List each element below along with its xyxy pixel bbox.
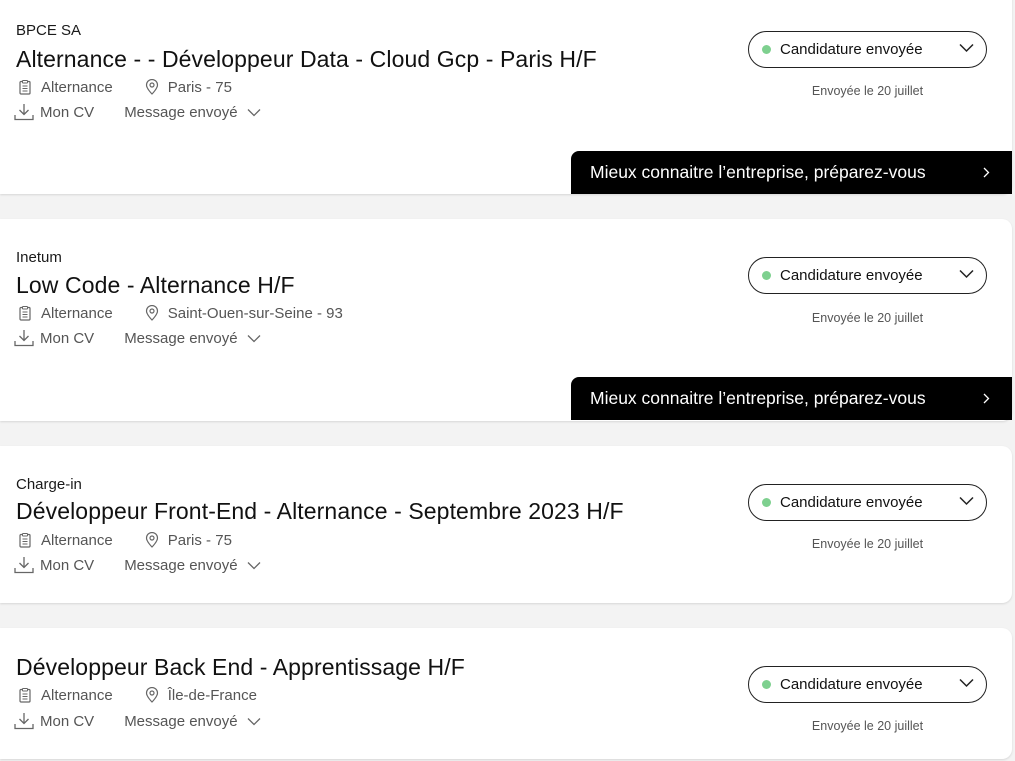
chevron-down-icon — [959, 43, 974, 53]
message-toggle[interactable]: Message envoyé — [124, 712, 261, 730]
job-location: Paris - 75 — [167, 78, 232, 96]
download-icon — [14, 556, 34, 574]
contract-type: Alternance — [41, 304, 113, 322]
location-pin-icon — [143, 304, 161, 322]
job-title[interactable]: Low Code - Alternance H/F — [16, 272, 295, 299]
application-card: Développeur Back End - Apprentissage H/F… — [0, 628, 1012, 759]
contract-type: Alternance — [41, 531, 113, 549]
prepare-company-button[interactable]: Mieux connaitre l’entreprise, préparez-v… — [571, 151, 1012, 194]
company-name: Inetum — [16, 249, 62, 266]
chevron-down-icon — [959, 269, 974, 279]
download-cv-button[interactable]: Mon CV — [14, 103, 94, 121]
message-label: Message envoyé — [124, 103, 238, 121]
job-meta: Alternance Saint-Ouen-sur-Seine - 93 — [16, 304, 343, 322]
download-cv-button[interactable]: Mon CV — [14, 329, 94, 347]
job-title[interactable]: Développeur Front-End - Alternance - Sep… — [16, 498, 624, 525]
clipboard-icon — [16, 531, 34, 549]
job-location: Île-de-France — [167, 686, 257, 704]
chevron-down-icon — [247, 717, 261, 726]
contract-type: Alternance — [41, 686, 113, 704]
sent-date: Envoyée le 20 juillet — [811, 84, 924, 98]
job-title[interactable]: Développeur Back End - Apprentissage H/F — [16, 654, 465, 681]
location-pin-icon — [143, 78, 161, 96]
clipboard-icon — [16, 304, 34, 322]
status-dot-icon — [762, 271, 771, 280]
card-actions: Mon CV Message envoyé — [14, 103, 261, 121]
job-meta: Alternance Paris - 75 — [16, 531, 232, 549]
card-actions: Mon CV Message envoyé — [14, 329, 261, 347]
chevron-right-icon — [983, 167, 990, 178]
job-meta: Alternance Paris - 75 — [16, 78, 232, 96]
contract-type: Alternance — [41, 78, 113, 96]
sent-date: Envoyée le 20 juillet — [811, 311, 924, 325]
prepare-company-button[interactable]: Mieux connaitre l’entreprise, préparez-v… — [571, 377, 1012, 420]
status-dropdown[interactable]: Candidature envoyée — [748, 484, 987, 521]
download-icon — [14, 329, 34, 347]
clipboard-icon — [16, 686, 34, 704]
cta-label: Mieux connaitre l’entreprise, préparez-v… — [590, 162, 926, 182]
location-pin-icon — [143, 686, 161, 704]
message-toggle[interactable]: Message envoyé — [124, 103, 261, 121]
company-name: Charge-in — [16, 476, 82, 493]
status-dropdown[interactable]: Candidature envoyée — [748, 666, 987, 703]
company-name: BPCE SA — [16, 22, 82, 39]
status-dropdown[interactable]: Candidature envoyée — [748, 31, 987, 68]
chevron-down-icon — [247, 108, 261, 117]
message-label: Message envoyé — [124, 712, 238, 730]
job-meta: Alternance Île-de-France — [16, 686, 257, 704]
card-actions: Mon CV Message envoyé — [14, 556, 261, 574]
job-location: Paris - 75 — [167, 531, 232, 549]
cta-label: Mieux connaitre l’entreprise, préparez-v… — [590, 388, 926, 408]
card-actions: Mon CV Message envoyé — [14, 712, 261, 730]
cv-label: Mon CV — [40, 103, 95, 121]
cv-label: Mon CV — [40, 329, 95, 347]
download-icon — [14, 103, 34, 121]
status-dot-icon — [762, 680, 771, 689]
clipboard-icon — [16, 78, 34, 96]
sent-date: Envoyée le 20 juillet — [811, 537, 924, 551]
download-cv-button[interactable]: Mon CV — [14, 556, 94, 574]
status-dot-icon — [762, 45, 771, 54]
status-label: Candidature envoyée — [780, 676, 923, 693]
download-cv-button[interactable]: Mon CV — [14, 712, 94, 730]
cv-label: Mon CV — [40, 556, 95, 574]
message-toggle[interactable]: Message envoyé — [124, 556, 261, 574]
location-pin-icon — [143, 531, 161, 549]
application-card: Inetum Low Code - Alternance H/F Alterna… — [0, 219, 1012, 421]
status-label: Candidature envoyée — [780, 494, 923, 511]
application-card: BPCE SA Alternance - - Développeur Data … — [0, 0, 1012, 194]
chevron-down-icon — [247, 561, 261, 570]
chevron-down-icon — [959, 496, 974, 506]
chevron-right-icon — [983, 393, 990, 404]
job-location: Saint-Ouen-sur-Seine - 93 — [167, 304, 343, 322]
status-label: Candidature envoyée — [780, 41, 923, 58]
chevron-down-icon — [247, 334, 261, 343]
status-label: Candidature envoyée — [780, 267, 923, 284]
message-label: Message envoyé — [124, 556, 238, 574]
message-toggle[interactable]: Message envoyé — [124, 329, 261, 347]
sent-date: Envoyée le 20 juillet — [811, 719, 924, 733]
message-label: Message envoyé — [124, 329, 238, 347]
download-icon — [14, 712, 34, 730]
status-dropdown[interactable]: Candidature envoyée — [748, 257, 987, 294]
job-title[interactable]: Alternance - - Développeur Data - Cloud … — [16, 46, 597, 73]
status-dot-icon — [762, 498, 771, 507]
cv-label: Mon CV — [40, 712, 95, 730]
application-card: Charge-in Développeur Front-End - Altern… — [0, 446, 1012, 603]
chevron-down-icon — [959, 678, 974, 688]
